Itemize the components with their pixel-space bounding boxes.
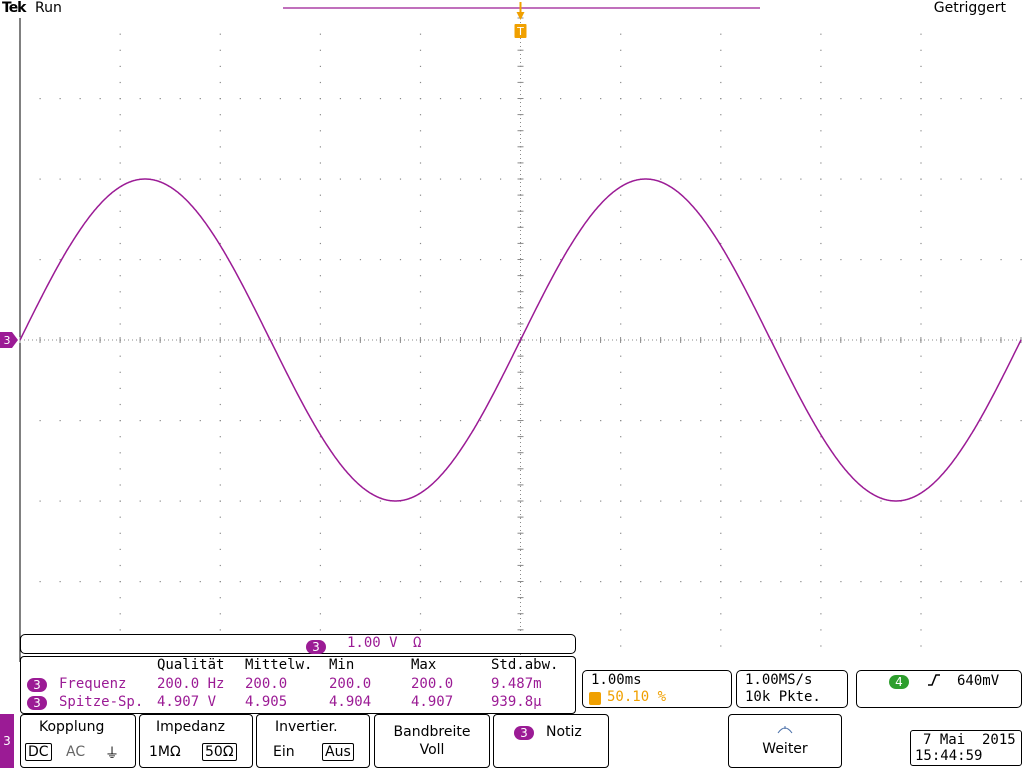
date-display: 7 Mai 2015: [923, 732, 1016, 748]
dial-icon: [777, 722, 793, 738]
record-length: 10k Pkte.: [745, 689, 821, 705]
time-display: 15:44:59: [915, 748, 983, 764]
impedanz-title: Impedanz: [156, 719, 225, 735]
weiter-button[interactable]: Weiter: [728, 714, 842, 768]
weiter-label: Weiter: [762, 741, 808, 757]
impedance-50ohm-option[interactable]: 50Ω: [202, 743, 237, 761]
measurement-stddev: 9.487m: [491, 676, 542, 692]
measurement-max: 200.0: [411, 676, 454, 692]
channel-3-tab-label: 3: [3, 734, 11, 748]
notiz-button[interactable]: 3 Notiz: [493, 714, 609, 768]
measurement-name: Frequenz: [59, 676, 127, 692]
timebase-readout[interactable]: 1.00ms T 50.10 %: [582, 670, 732, 708]
kopplung-title: Kopplung: [39, 719, 105, 735]
channel-3-chip: 3: [514, 726, 534, 740]
impedance-unit: Ω: [413, 635, 422, 651]
impedanz-button[interactable]: Impedanz 1MΩ 50Ω: [139, 714, 253, 768]
rising-edge-icon: [927, 673, 941, 691]
ground-icon[interactable]: ⏚: [105, 743, 119, 763]
channel-3-chip: 3: [306, 640, 326, 654]
sample-rate: 1.00MS/s: [745, 672, 813, 688]
invert-on-option[interactable]: Ein: [273, 744, 295, 760]
measurement-mean: 200.0: [245, 676, 288, 692]
measurement-name: Spitze-Sp.: [59, 694, 144, 710]
time-per-division: 1.00ms: [591, 672, 642, 688]
svg-text:3: 3: [4, 334, 11, 347]
channel-3-chip: 3: [27, 696, 47, 710]
measurement-max: 4.907: [411, 694, 454, 710]
measurement-value: 4.907 V: [157, 694, 217, 710]
svg-text:T: T: [516, 25, 524, 38]
channel-3-menu-tab[interactable]: 3: [0, 714, 14, 768]
trigger-source-chip: 4: [889, 675, 909, 689]
invertier-title: Invertier.: [275, 719, 338, 735]
trigger-level: 640mV: [957, 673, 1000, 689]
header-qualitat: Qualität: [157, 657, 225, 673]
measurement-stddev: 939.8µ: [491, 694, 542, 710]
kopplung-button[interactable]: Kopplung DC AC ⏚: [20, 714, 136, 768]
measurements-panel: Qualität Mittelw. Min Max Std.abw. 3 Fre…: [20, 656, 576, 714]
header-max: Max: [411, 657, 437, 673]
channel-scale-bar[interactable]: 3 1.00 V Ω: [20, 634, 576, 654]
bandbreite-button[interactable]: Bandbreite Voll: [374, 714, 490, 768]
coupling-ac-option[interactable]: AC: [66, 744, 85, 760]
impedance-1mohm-option[interactable]: 1MΩ: [149, 744, 181, 760]
measurement-min: 200.0: [329, 676, 372, 692]
measurement-mean: 4.905: [245, 694, 288, 710]
measurement-value: 200.0 Hz: [157, 676, 225, 692]
header-mittelw: Mittelw.: [245, 657, 313, 673]
bandbreite-value: Voll: [419, 742, 445, 758]
trigger-position-value: 50.10 %: [607, 689, 667, 705]
datetime-box: 7 Mai 2015 15:44:59: [910, 730, 1022, 766]
invertier-button[interactable]: Invertier. Ein Aus: [256, 714, 370, 768]
channel-3-chip: 3: [27, 678, 47, 692]
invert-off-option[interactable]: Aus: [322, 743, 354, 761]
notiz-label: Notiz: [546, 724, 582, 740]
trigger-position-icon: T: [589, 692, 601, 705]
vertical-scale-value: 1.00 V: [347, 635, 398, 651]
acquisition-readout[interactable]: 1.00MS/s 10k Pkte.: [736, 670, 848, 708]
header-stdabw: Std.abw.: [491, 657, 559, 673]
measurement-min: 4.904: [329, 694, 372, 710]
coupling-dc-option[interactable]: DC: [25, 743, 52, 761]
channel-3-ground-marker[interactable]: 3: [0, 332, 18, 348]
header-min: Min: [329, 657, 355, 673]
bandbreite-title: Bandbreite: [393, 724, 471, 740]
trigger-readout[interactable]: 4 640mV: [856, 670, 1022, 708]
